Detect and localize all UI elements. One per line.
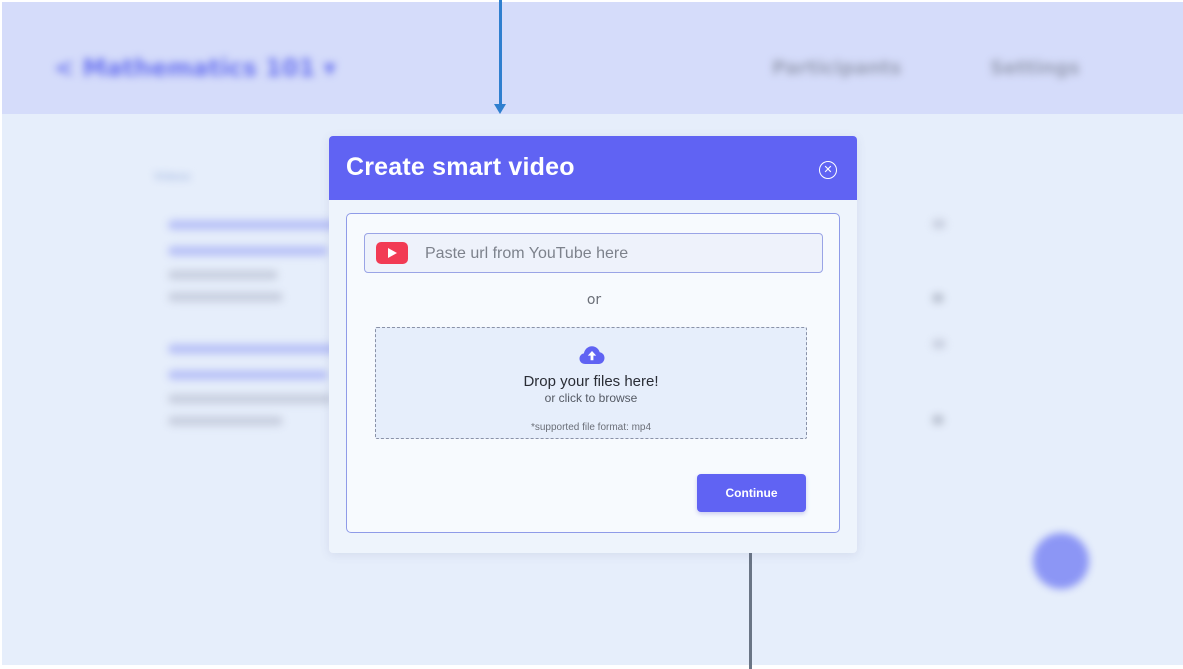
dropzone-title: Drop your files here! xyxy=(523,373,659,390)
create-smart-video-modal: Create smart video ✕ or Drop your files … xyxy=(329,136,857,553)
background-nav-participants: Participants xyxy=(772,57,902,79)
background-section-label: Videos xyxy=(154,170,191,183)
background-course-title: < Mathematics 101 ▾ xyxy=(54,54,336,82)
or-divider-label: or xyxy=(586,292,602,308)
background-line xyxy=(168,394,333,404)
background-line xyxy=(168,370,328,380)
background-line xyxy=(168,416,283,426)
youtube-url-input[interactable] xyxy=(425,243,805,265)
background-line xyxy=(932,415,944,425)
background-line xyxy=(168,344,338,354)
background-header: < Mathematics 101 ▾ Participants Setting… xyxy=(2,2,1183,114)
annotation-arrow-line xyxy=(499,0,502,107)
modal-header: Create smart video ✕ xyxy=(329,136,857,200)
background-line xyxy=(168,246,328,256)
background-line xyxy=(168,292,283,302)
background-line xyxy=(168,220,338,230)
youtube-url-field[interactable] xyxy=(364,233,823,273)
dropzone-format-note: *supported file format: mp4 xyxy=(530,422,652,433)
modal-body: or Drop your files here! or click to bro… xyxy=(346,213,840,533)
youtube-icon xyxy=(376,242,408,264)
continue-button[interactable]: Continue xyxy=(697,474,806,512)
background-add-button xyxy=(1033,533,1089,589)
background-line xyxy=(932,293,944,303)
background-line xyxy=(932,219,946,229)
file-dropzone[interactable]: Drop your files here! or click to browse… xyxy=(375,327,807,439)
close-icon[interactable]: ✕ xyxy=(819,161,837,179)
background-nav-settings: Settings xyxy=(990,57,1080,79)
modal-title: Create smart video xyxy=(346,153,575,181)
cloud-upload-icon xyxy=(579,346,605,364)
background-line xyxy=(168,270,278,280)
background-line xyxy=(932,339,946,349)
annotation-arrow-head xyxy=(494,104,506,114)
dropzone-subtitle: or click to browse xyxy=(544,391,638,405)
